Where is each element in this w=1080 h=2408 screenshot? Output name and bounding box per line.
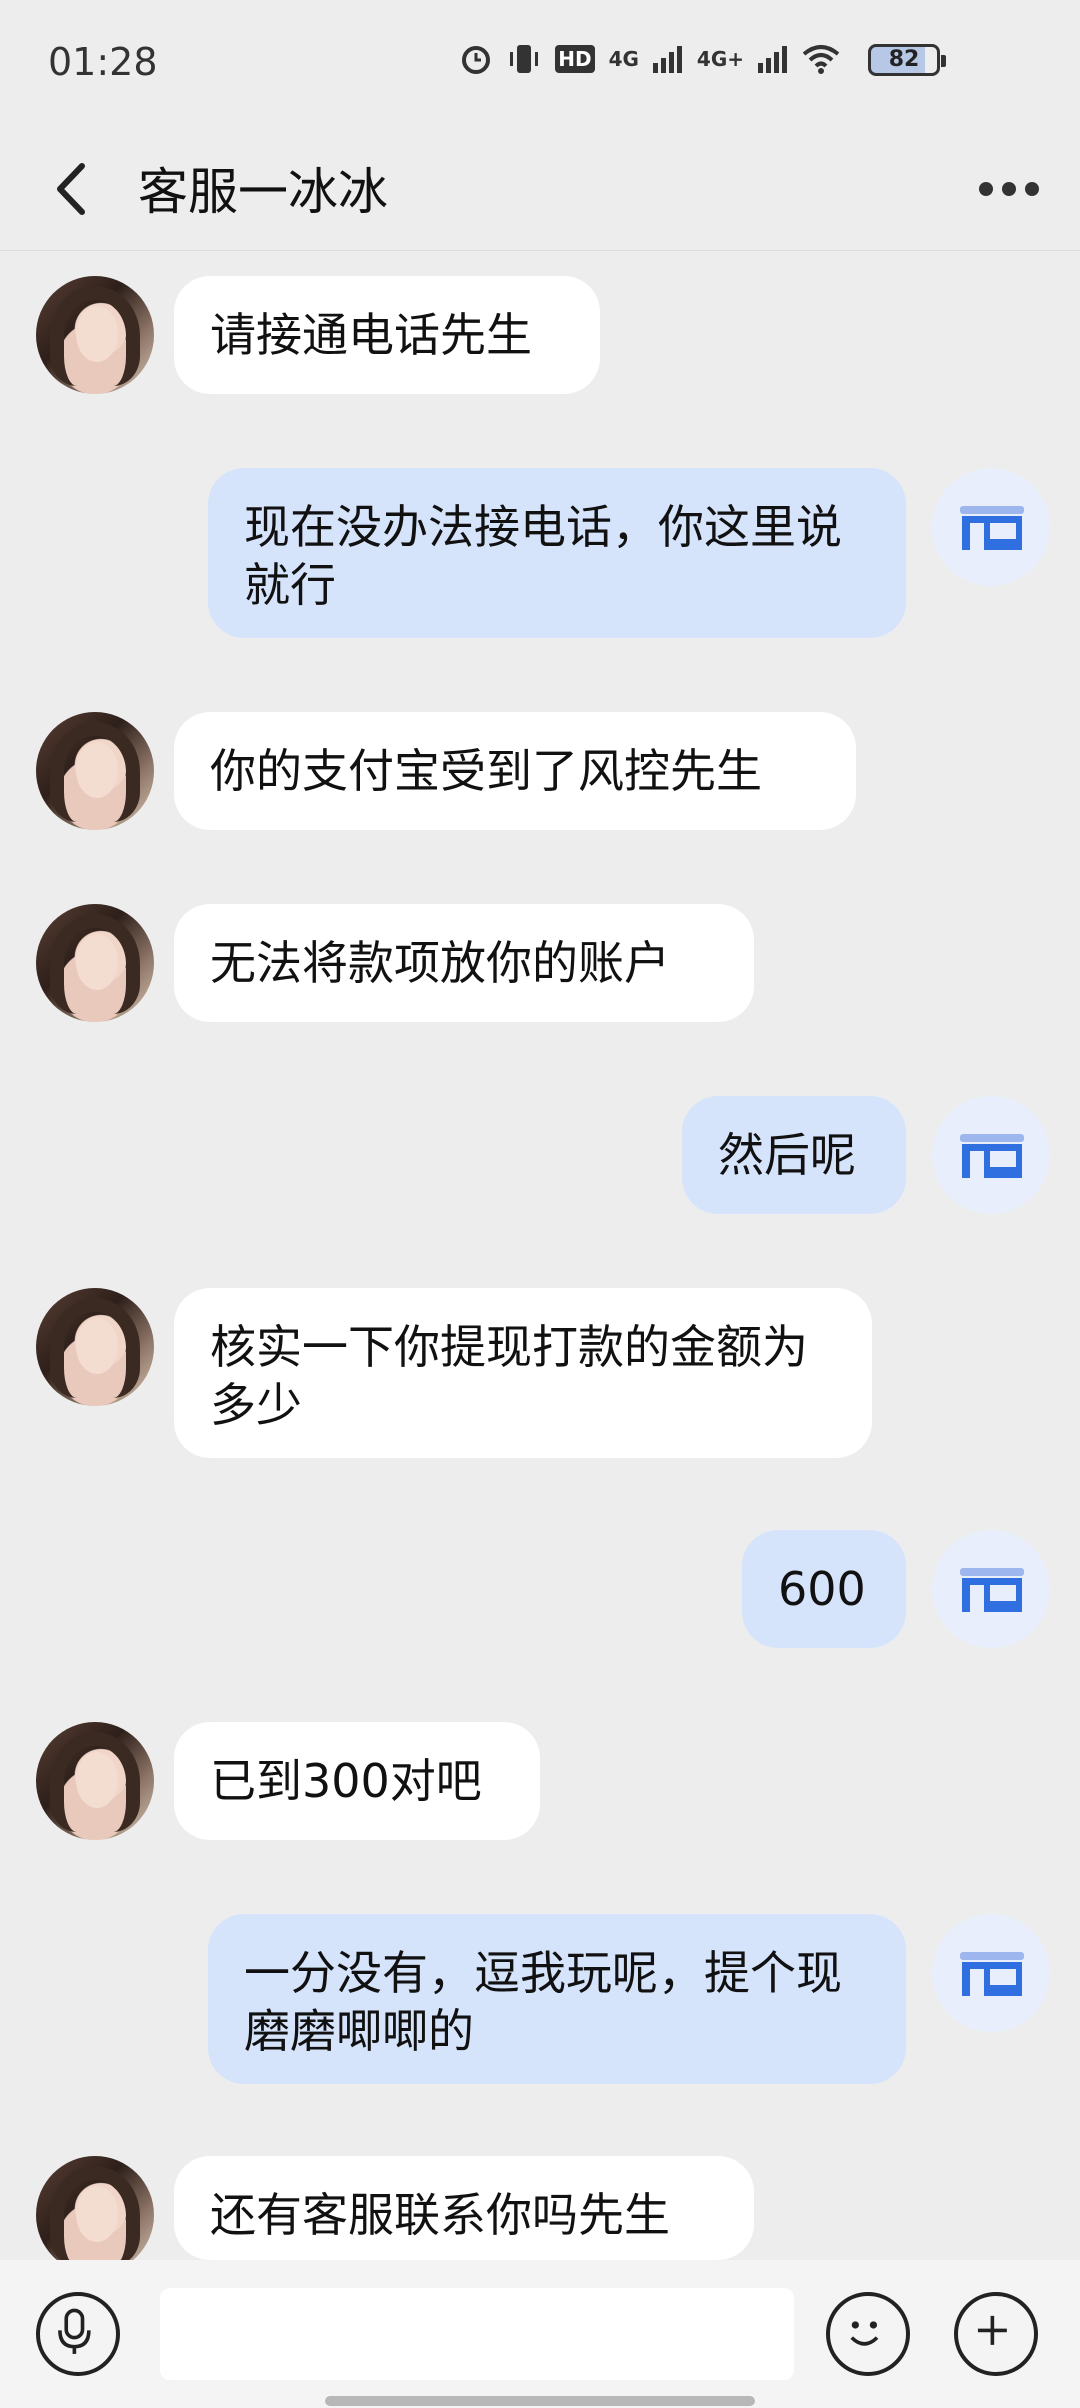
- message-input[interactable]: [160, 2288, 794, 2380]
- signal-icon: [758, 46, 787, 73]
- vibrate-icon: [510, 45, 539, 73]
- agent-avatar[interactable]: [36, 904, 154, 1022]
- message-bubble-incoming[interactable]: 核实一下你提现打款的金额为多少: [174, 1288, 872, 1458]
- agent-avatar[interactable]: [36, 1722, 154, 1840]
- wifi-icon: [802, 45, 840, 74]
- message-bubble-outgoing[interactable]: 600: [742, 1530, 906, 1648]
- message-bubble-incoming[interactable]: 已到300对吧: [174, 1722, 540, 1840]
- agent-avatar[interactable]: [36, 1288, 154, 1406]
- message-bubble-outgoing[interactable]: 现在没办法接电话，你这里说就行: [208, 468, 906, 638]
- hd-badge: HD: [555, 45, 595, 73]
- alarm-icon: [462, 46, 491, 74]
- more-dots-icon[interactable]: [974, 164, 1044, 214]
- message-bubble-outgoing[interactable]: 然后呢: [682, 1096, 906, 1214]
- network-4g-plus: 4G+: [696, 47, 744, 71]
- message-bubble-incoming[interactable]: 还有客服联系你吗先生: [174, 2156, 754, 2260]
- plus-icon[interactable]: [954, 2292, 1038, 2376]
- store-icon[interactable]: [932, 1914, 1050, 2032]
- message-bubble-incoming[interactable]: 你的支付宝受到了风控先生: [174, 712, 856, 830]
- battery-indicator: 82: [868, 44, 946, 76]
- network-4g: 4G: [608, 47, 639, 71]
- store-icon[interactable]: [932, 1096, 1050, 1214]
- message-bubble-incoming[interactable]: 无法将款项放你的账户: [174, 904, 754, 1022]
- chat-title: 客服一冰冰: [138, 163, 388, 221]
- signal-icon: [652, 46, 682, 73]
- store-icon[interactable]: [932, 1530, 1050, 1648]
- microphone-icon[interactable]: [36, 2292, 120, 2376]
- chat-header: 客服一冰冰: [0, 130, 1080, 251]
- agent-avatar[interactable]: [36, 712, 154, 830]
- chevron-left-icon[interactable]: [44, 154, 104, 224]
- status-time: 01:28: [48, 40, 158, 84]
- agent-avatar[interactable]: [36, 276, 154, 394]
- store-icon[interactable]: [932, 468, 1050, 586]
- message-bubble-incoming[interactable]: 请接通电话先生: [174, 276, 600, 394]
- input-bar: [0, 2260, 1080, 2408]
- message-bubble-outgoing[interactable]: 一分没有，逗我玩呢，提个现磨磨唧唧的: [208, 1914, 906, 2084]
- status-icons: HD 4G 4G+: [459, 42, 840, 76]
- smile-icon[interactable]: [826, 2292, 910, 2376]
- home-indicator[interactable]: [325, 2396, 755, 2406]
- agent-avatar[interactable]: [36, 2156, 154, 2274]
- status-bar: 01:28 HD 4G 4G+ 82: [0, 0, 1080, 130]
